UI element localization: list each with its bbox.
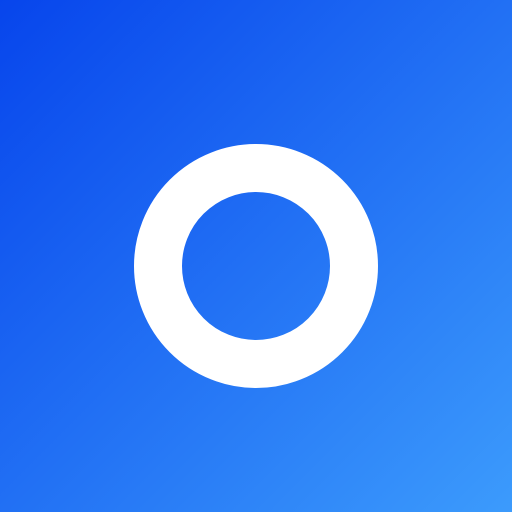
app-icon-graphic: [0, 0, 512, 512]
gradient-background: [0, 0, 512, 512]
app-icon: [0, 0, 512, 512]
